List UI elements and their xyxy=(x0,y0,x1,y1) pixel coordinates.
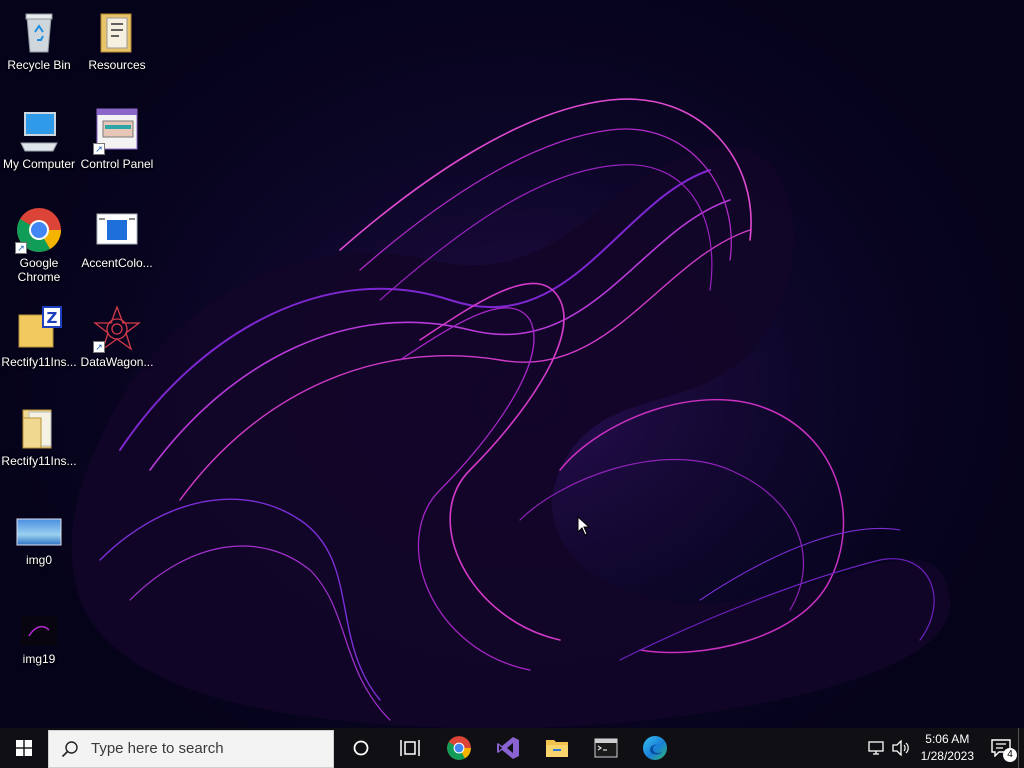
terminal-icon xyxy=(594,738,617,758)
network-icon xyxy=(867,741,884,755)
zip-folder-icon: Z xyxy=(15,305,63,353)
desktop-icon-label: Resources xyxy=(88,58,146,72)
desktop-icon-rectify11-installer-zip[interactable]: Z Rectify11Ins... xyxy=(0,305,78,369)
network-tray-button[interactable] xyxy=(865,728,889,768)
taskbar: 5:06 AM 1/28/2023 4 xyxy=(0,728,1024,768)
desktop-icon-label: Control Panel xyxy=(80,157,154,171)
computer-icon xyxy=(15,107,63,155)
cortana-icon xyxy=(353,740,368,756)
desktop-icon-control-panel[interactable]: ↗ Control Panel xyxy=(78,107,156,171)
desktop-icon-my-computer[interactable]: My Computer xyxy=(0,107,78,171)
windows-logo-icon xyxy=(16,740,32,756)
shortcut-arrow-icon: ↗ xyxy=(93,143,105,155)
taskbar-terminal-button[interactable] xyxy=(581,728,630,768)
shortcut-arrow-icon: ↗ xyxy=(93,341,105,353)
desktop-icon-label: Rectify11Ins... xyxy=(1,355,77,369)
mouse-cursor-icon xyxy=(577,515,591,541)
chrome-icon: ↗ xyxy=(15,206,63,254)
desktop-icon-datawagon[interactable]: ↗ DataWagon... xyxy=(78,305,156,369)
shortcut-arrow-icon: ↗ xyxy=(15,242,27,254)
desktop-icon-label: Recycle Bin xyxy=(7,58,71,72)
desktop-icon-accent-color[interactable]: AccentColo... xyxy=(78,206,156,270)
chrome-icon xyxy=(446,736,471,760)
taskbar-clock[interactable]: 5:06 AM 1/28/2023 xyxy=(913,731,984,765)
taskbar-visual-studio-button[interactable] xyxy=(483,728,532,768)
folder-icon xyxy=(15,404,63,452)
control-panel-icon: ↗ xyxy=(93,107,141,155)
desktop-icon-label: Google Chrome xyxy=(17,256,61,284)
desktop-icon-rectify11-installer-folder[interactable]: Rectify11Ins... xyxy=(0,404,78,468)
folder-icon xyxy=(93,8,141,56)
taskbar-chrome-button[interactable] xyxy=(434,728,483,768)
desktop-icon-recycle-bin[interactable]: Recycle Bin xyxy=(0,8,78,72)
search-input[interactable] xyxy=(89,739,313,758)
desktop-icon-label: DataWagon... xyxy=(80,355,154,369)
desktop-icon-img19[interactable]: img19 xyxy=(0,602,78,666)
taskbar-file-explorer-button[interactable] xyxy=(532,728,581,768)
desktop-icon-label: AccentColo... xyxy=(81,256,153,270)
system-tray: 5:06 AM 1/28/2023 4 xyxy=(865,728,1024,768)
taskbar-edge-button[interactable] xyxy=(630,728,679,768)
speaker-icon xyxy=(891,740,909,756)
desktop-icon-resources[interactable]: Resources xyxy=(78,8,156,72)
desktop-icon-label: img19 xyxy=(22,652,56,666)
image-icon xyxy=(15,503,63,551)
edge-icon xyxy=(642,736,667,760)
task-view-button[interactable] xyxy=(385,728,434,768)
notification-count-badge: 4 xyxy=(1003,748,1017,762)
visual-studio-icon xyxy=(496,737,519,759)
svg-text:Z: Z xyxy=(47,309,58,327)
clock-date: 1/28/2023 xyxy=(920,749,974,763)
file-explorer-icon xyxy=(545,740,568,757)
app-window-icon xyxy=(93,206,141,254)
show-desktop-button[interactable] xyxy=(1018,728,1024,768)
recycle-bin-icon xyxy=(15,8,63,56)
desktop-icon-label: My Computer xyxy=(2,157,76,171)
datawagon-icon: ↗ xyxy=(93,305,141,353)
action-center-button[interactable]: 4 xyxy=(984,728,1018,768)
taskbar-search-box[interactable] xyxy=(48,729,334,768)
desktop-icon-label: Rectify11Ins... xyxy=(1,454,77,468)
desktop-icon-label: img0 xyxy=(25,553,52,567)
task-view-icon xyxy=(399,740,420,756)
desktop-icon-img0[interactable]: img0 xyxy=(0,503,78,567)
image-icon xyxy=(15,602,63,650)
start-button[interactable] xyxy=(0,728,48,768)
clock-time: 5:06 AM xyxy=(925,732,970,746)
desktop-icon-google-chrome[interactable]: ↗ Google Chrome xyxy=(0,206,78,284)
search-icon xyxy=(61,740,78,757)
cortana-button[interactable] xyxy=(336,728,385,768)
volume-tray-button[interactable] xyxy=(889,728,913,768)
